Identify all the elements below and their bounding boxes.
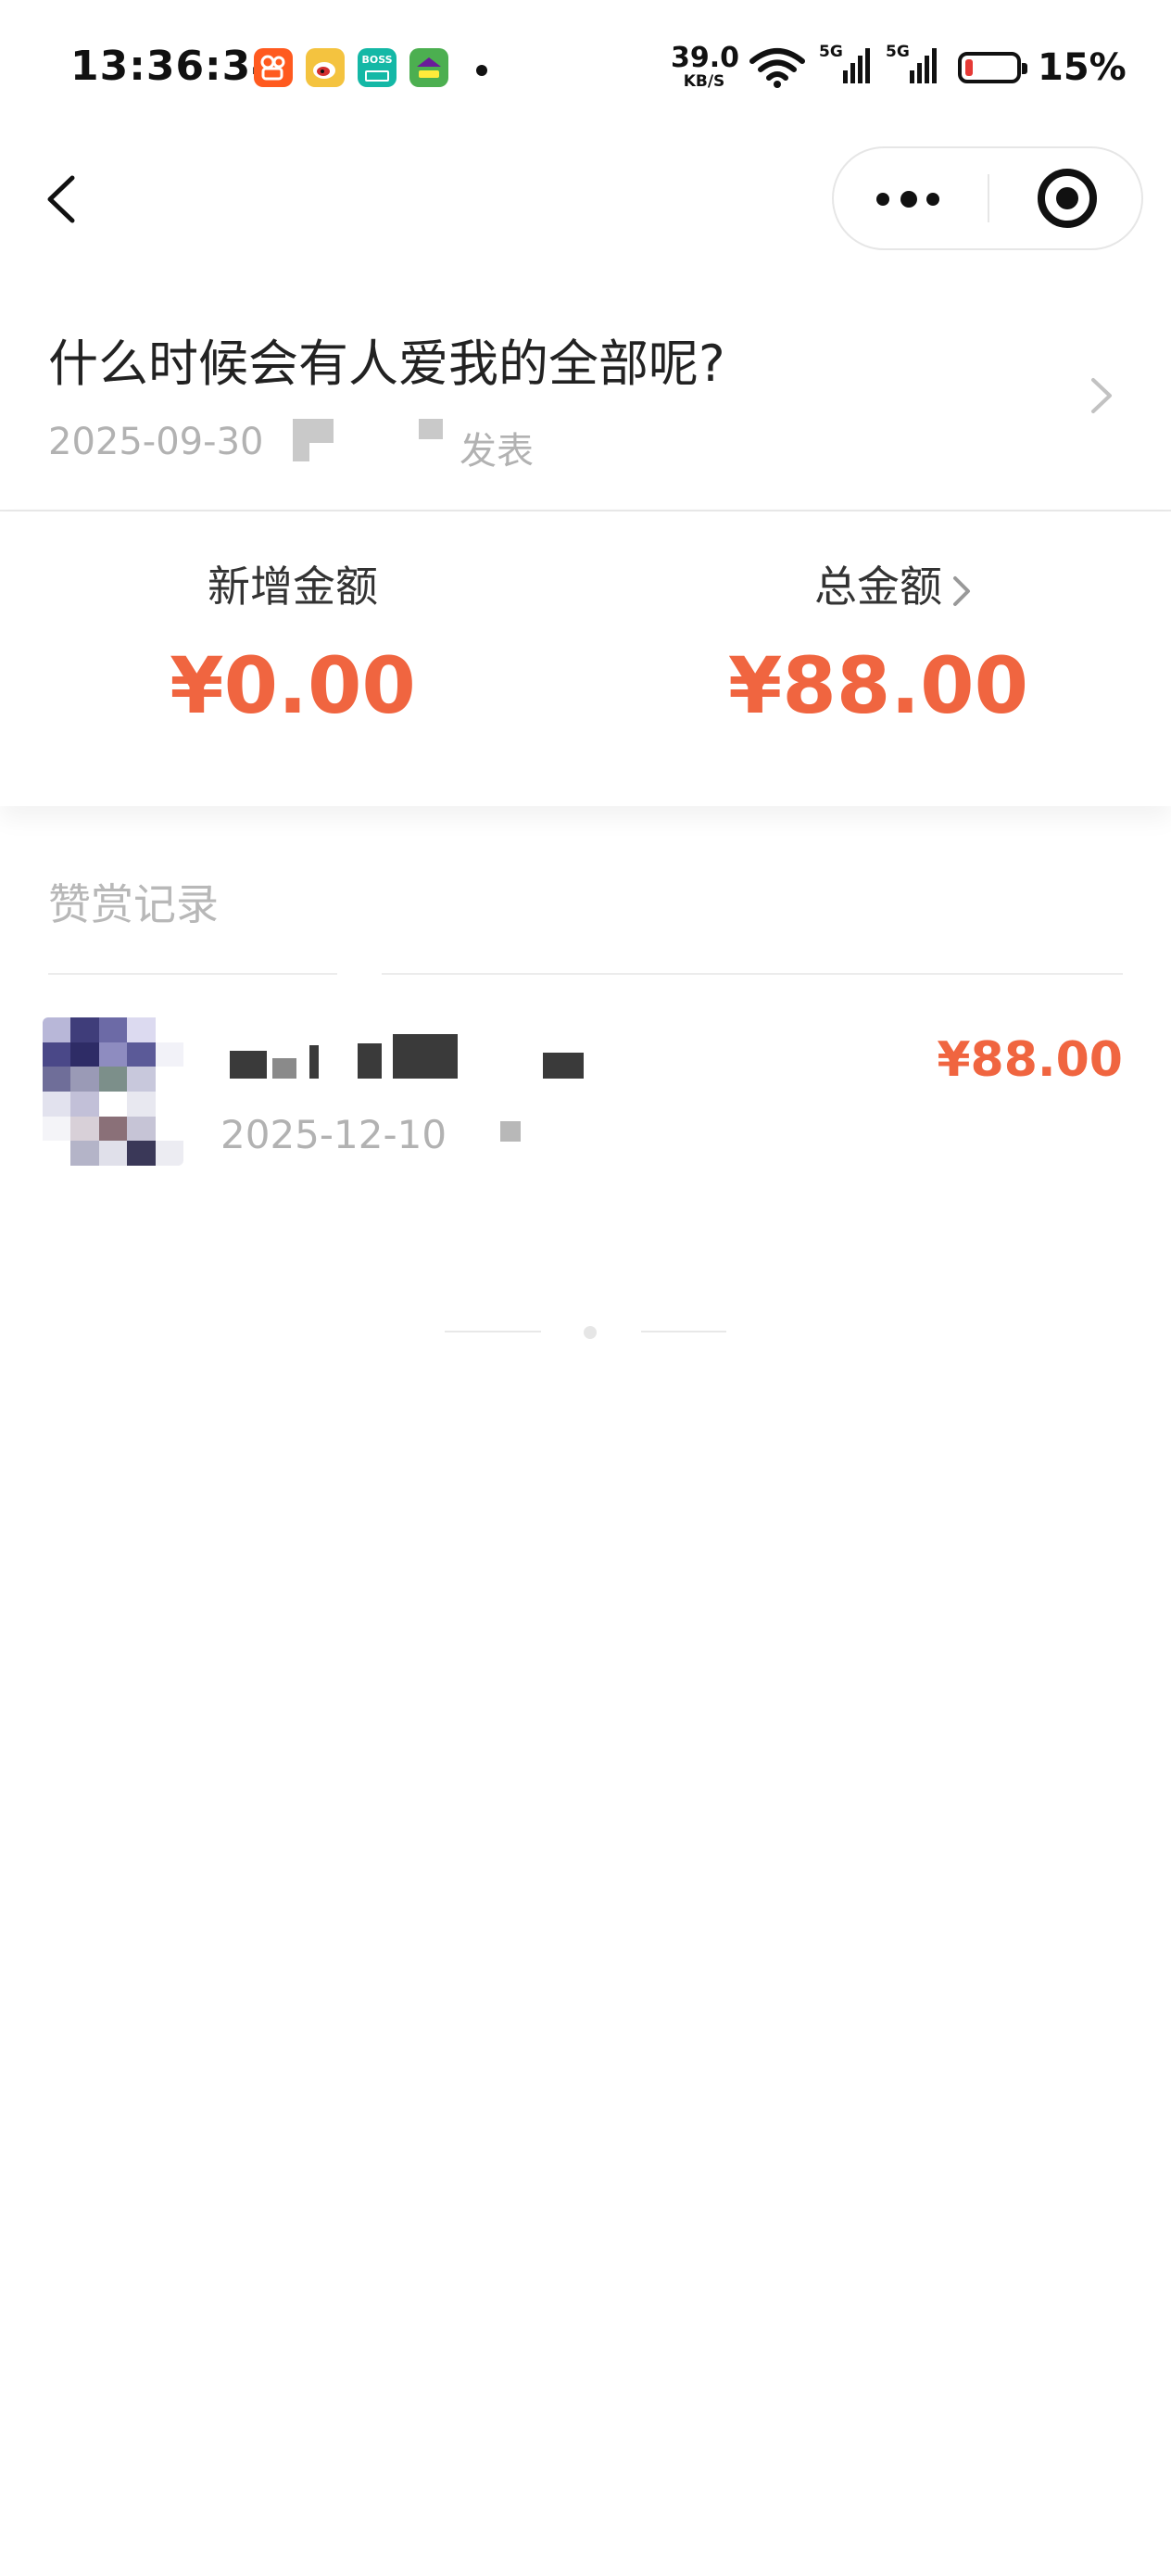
redacted-author — [293, 419, 334, 443]
chevron-right-icon — [953, 576, 970, 606]
article-title: 什么时候会有人爱我的全部呢? — [48, 335, 725, 393]
notification-dot — [476, 65, 487, 76]
back-button[interactable] — [37, 167, 93, 232]
status-time: 13:36:34 — [70, 43, 281, 90]
amount-summary: 新增金额 ¥0.00 总金额 ¥88.00 — [0, 511, 1171, 806]
article-date: 2025-09-30 — [48, 421, 264, 463]
status-bar: 13:36:34 BOSS 39.0 KB/S 5G 5G 15% — [70, 42, 1127, 91]
new-amount-value: ¥0.00 — [170, 640, 416, 731]
chevron-right-icon — [1091, 378, 1112, 413]
new-amount-label: 新增金额 — [208, 562, 378, 612]
published-label: 发表 — [460, 430, 534, 473]
divider — [48, 973, 337, 975]
mini-program-capsule — [832, 146, 1143, 250]
record-amount: ¥88.00 — [937, 1032, 1123, 1088]
new-amount-stat: 新增金额 ¥0.00 — [0, 565, 586, 725]
game-app-icon — [409, 48, 448, 87]
reward-detail-page: 13:36:34 BOSS 39.0 KB/S 5G 5G 15% 什么时候会有… — [0, 0, 1171, 2576]
weibo-icon — [306, 48, 345, 87]
records-section-title: 赞赏记录 — [48, 879, 219, 929]
wifi-icon — [749, 48, 805, 88]
redacted-user-name — [220, 1034, 591, 1090]
redacted-tag — [500, 1121, 521, 1142]
battery-level — [965, 59, 973, 76]
more-button[interactable] — [834, 148, 988, 248]
article-header[interactable]: 什么时候会有人爱我的全部呢? 2025-09-30 发表 — [0, 306, 1171, 510]
record-date: 2025-12-10 — [220, 1112, 447, 1157]
end-of-list-line — [445, 1331, 541, 1332]
end-of-list-line — [641, 1331, 726, 1332]
battery-percent: 15% — [1038, 46, 1127, 89]
total-amount-link[interactable]: 总金额 — [814, 565, 970, 608]
total-amount-stat: 总金额 ¥88.00 — [586, 565, 1171, 725]
list-item[interactable]: 2025-12-10 ¥88.00 — [0, 1010, 1171, 1168]
back-chevron-icon — [47, 175, 75, 223]
total-amount-value: ¥88.00 — [727, 640, 1029, 731]
avatar — [43, 1017, 183, 1166]
end-of-list-dot — [584, 1326, 597, 1339]
battery-icon — [958, 52, 1027, 83]
more-dots-icon — [876, 193, 889, 206]
divider — [382, 973, 1123, 975]
total-amount-label: 总金额 — [814, 562, 942, 612]
net-speed: 39.0 KB/S — [671, 42, 740, 91]
close-mini-program-button[interactable] — [989, 148, 1143, 248]
kuaishou-icon — [254, 48, 293, 87]
boss-zhipin-icon: BOSS — [358, 48, 397, 87]
